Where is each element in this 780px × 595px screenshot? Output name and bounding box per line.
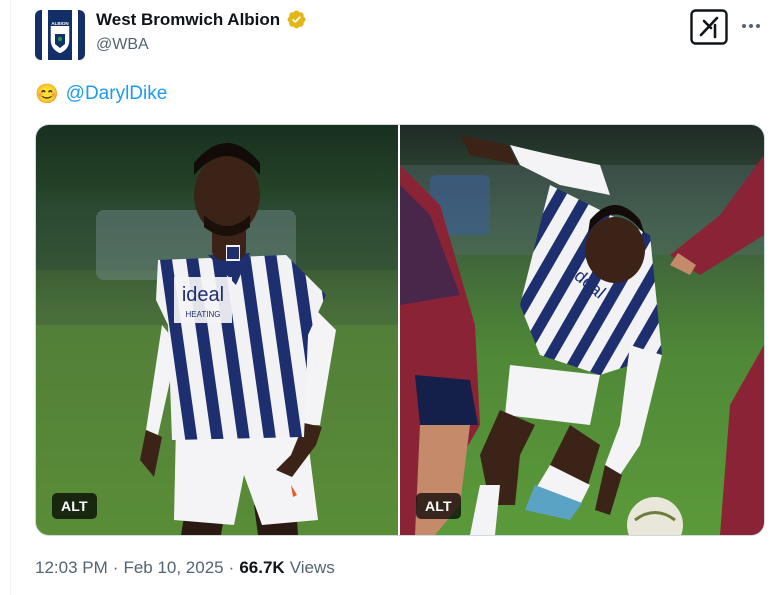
media-grid: ideal HEATING ALT ideal ALT	[35, 124, 765, 536]
avatar[interactable]: ALBION	[35, 10, 85, 60]
photo-2[interactable]: ideal ALT	[400, 125, 764, 535]
alt-text-badge[interactable]: ALT	[52, 493, 97, 519]
grok-button[interactable]	[690, 9, 728, 45]
timeline-divider	[10, 0, 11, 595]
tweet-text: 😊 @DarylDike	[35, 82, 167, 106]
club-crest-icon: ALBION	[35, 10, 85, 60]
verified-badge-icon	[287, 10, 306, 29]
more-button[interactable]	[739, 14, 763, 38]
grok-icon	[690, 9, 728, 45]
timestamp-time[interactable]: 12:03 PM	[35, 558, 108, 578]
player-photo-tackle: ideal	[400, 125, 764, 535]
author-display-name[interactable]: West Bromwich Albion	[96, 10, 280, 30]
photo-1[interactable]: ideal HEATING ALT	[36, 125, 398, 535]
meta-separator: ·	[228, 558, 235, 577]
smiling-face-emoji: 😊	[35, 84, 59, 105]
alt-text-badge[interactable]: ALT	[416, 493, 461, 519]
tweet-meta: 12:03 PM · Feb 10, 2025 · 66.7K Views	[35, 558, 335, 578]
meta-separator: ·	[112, 558, 119, 577]
svg-text:ideal: ideal	[182, 284, 224, 306]
timestamp-date[interactable]: Feb 10, 2025	[123, 558, 223, 578]
player-photo-standing: ideal HEATING	[36, 125, 398, 535]
svg-text:ALBION: ALBION	[51, 21, 68, 26]
author-name-row: West Bromwich Albion	[96, 9, 307, 30]
mention-link[interactable]: @DarylDike	[66, 83, 168, 105]
views-label: Views	[289, 558, 335, 577]
views-count: 66.7K	[239, 558, 285, 577]
author-handle[interactable]: @WBA	[96, 36, 149, 54]
more-dots-icon	[742, 24, 760, 28]
svg-text:HEATING: HEATING	[186, 310, 221, 319]
